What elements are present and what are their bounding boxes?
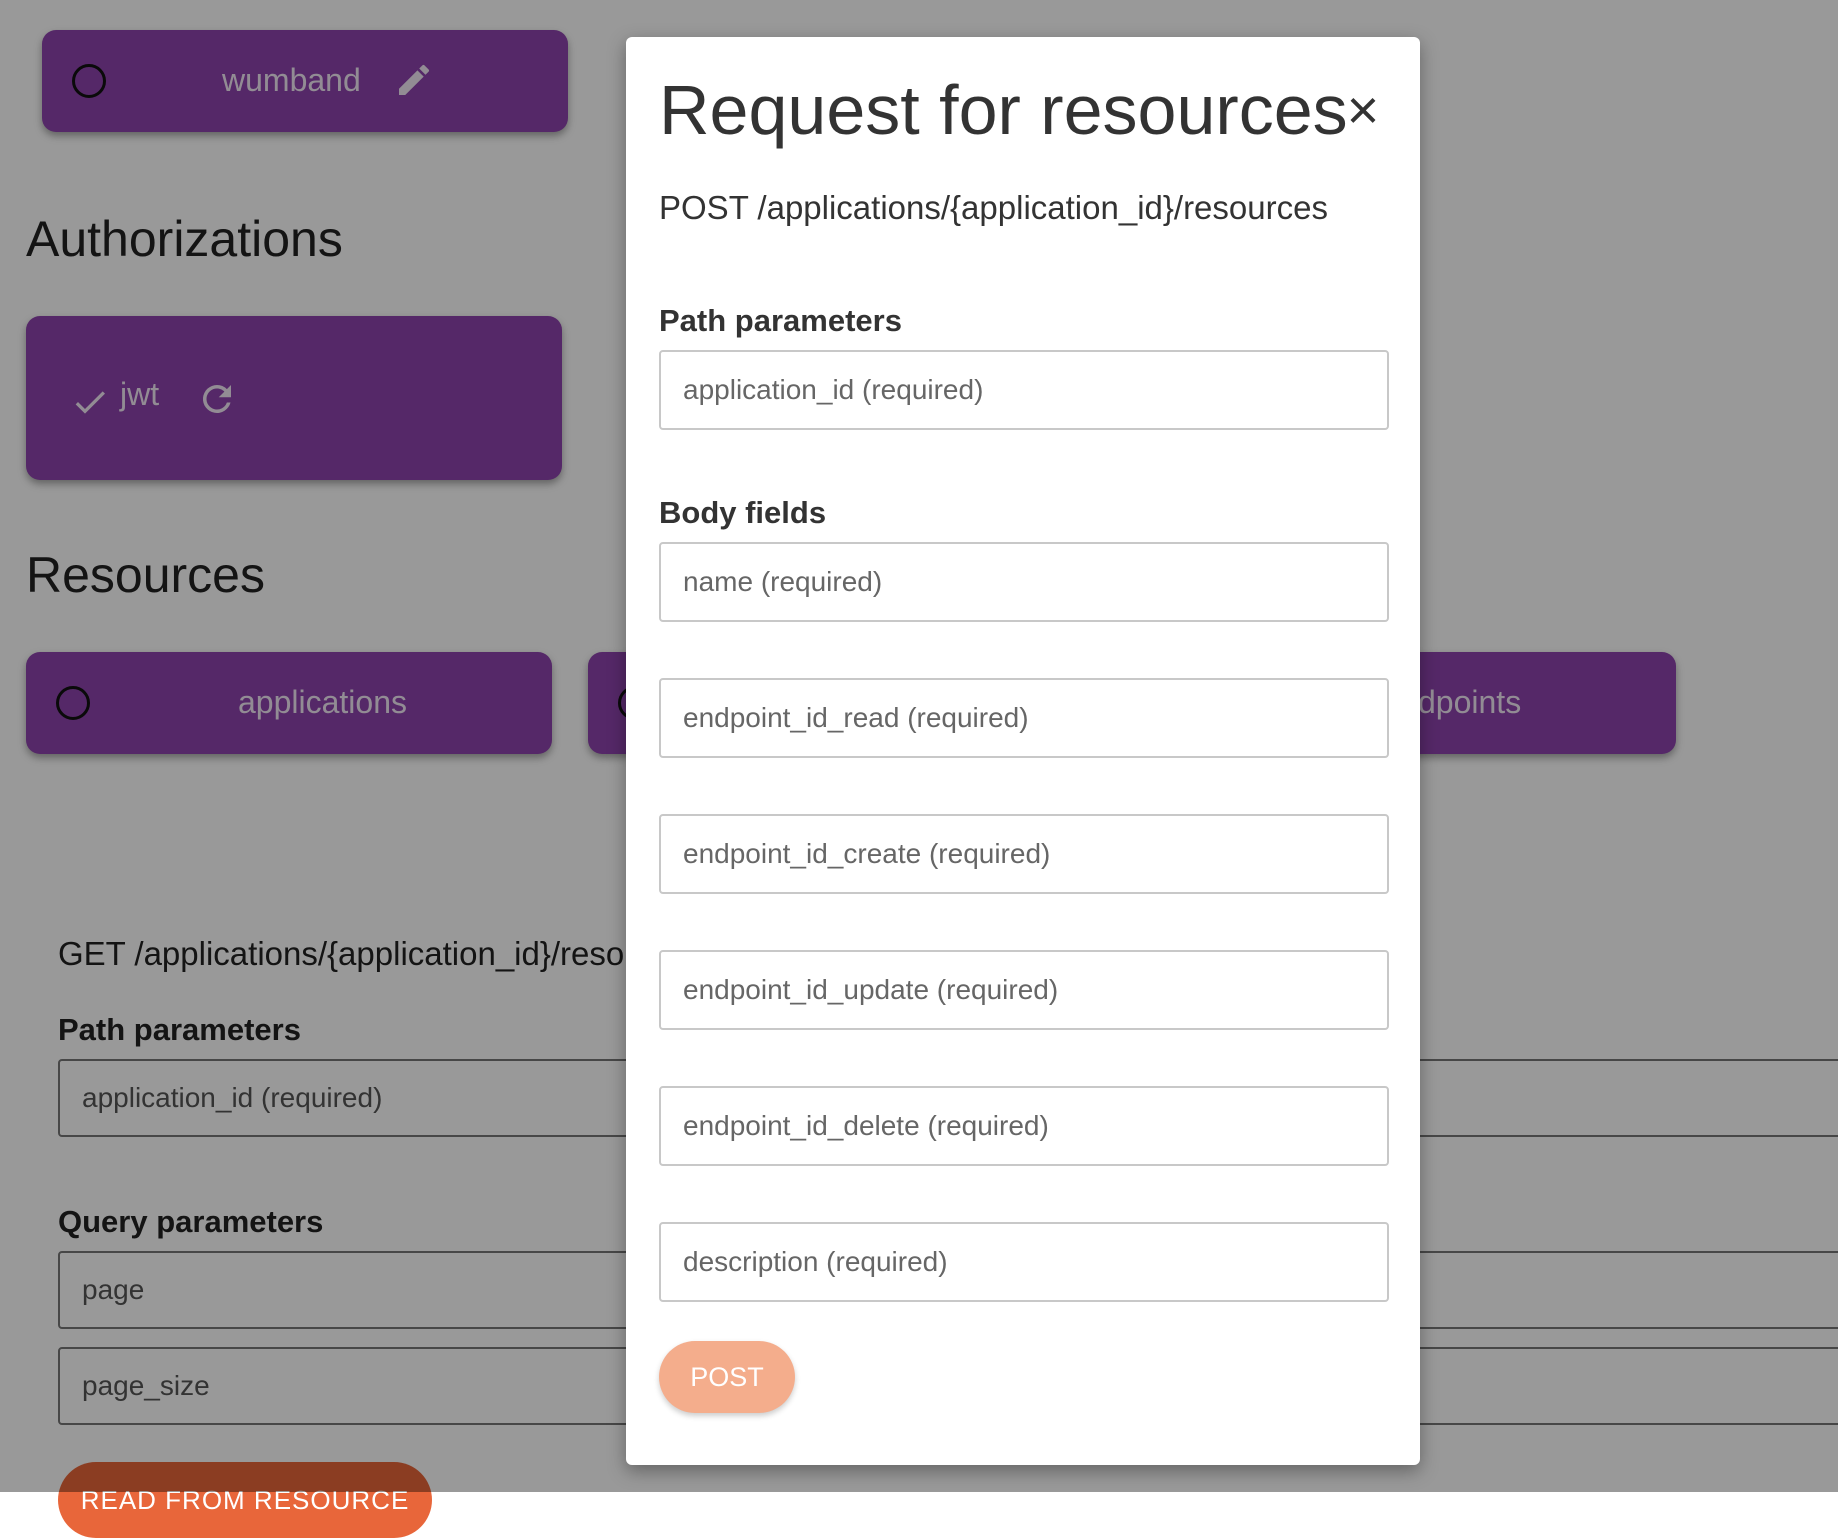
body-fields-label: Body fields xyxy=(659,495,827,530)
name-field[interactable] xyxy=(659,542,1389,622)
modal-title: Request for resources xyxy=(659,71,1348,149)
post-button[interactable]: POST xyxy=(659,1341,795,1413)
post-endpoint-line: POST /applications/{application_id}/reso… xyxy=(659,189,1328,226)
endpoint-id-read-field[interactable] xyxy=(659,678,1389,758)
endpoint-id-create-field[interactable] xyxy=(659,814,1389,894)
endpoint-id-update-field[interactable] xyxy=(659,950,1389,1030)
application-id-field[interactable] xyxy=(659,350,1389,430)
endpoint-id-delete-field[interactable] xyxy=(659,1086,1389,1166)
request-modal: Request for resources × POST /applicatio… xyxy=(626,37,1420,1465)
path-parameters-label: Path parameters xyxy=(659,303,902,338)
description-field[interactable] xyxy=(659,1222,1389,1302)
close-icon[interactable]: × xyxy=(1338,82,1388,138)
